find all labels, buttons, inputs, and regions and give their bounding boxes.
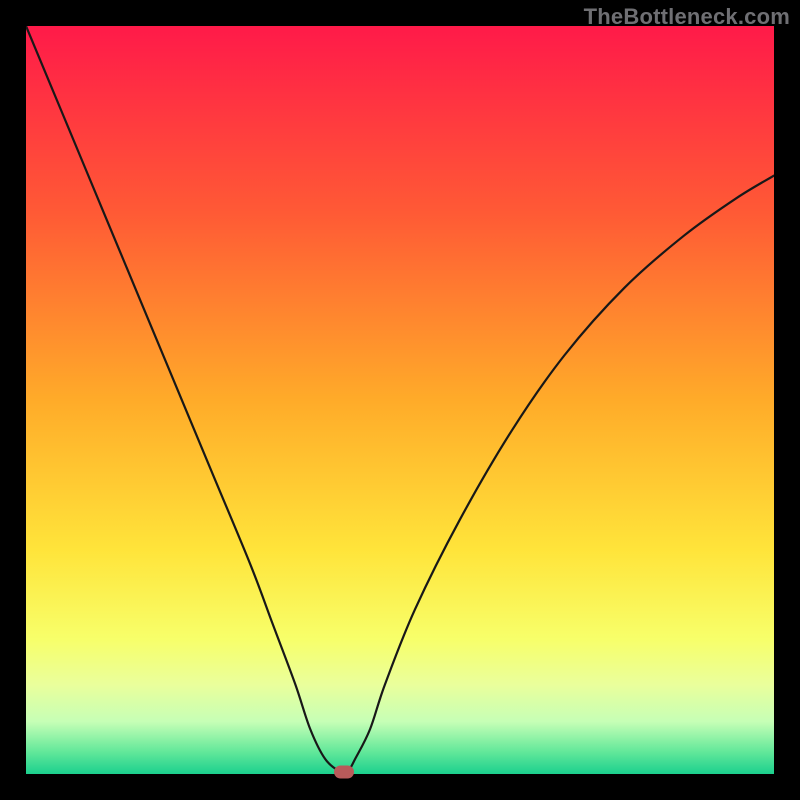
- chart-frame: TheBottleneck.com: [0, 0, 800, 800]
- plot-area: [26, 26, 774, 774]
- watermark-text: TheBottleneck.com: [584, 4, 790, 30]
- optimal-point-marker: [334, 765, 354, 778]
